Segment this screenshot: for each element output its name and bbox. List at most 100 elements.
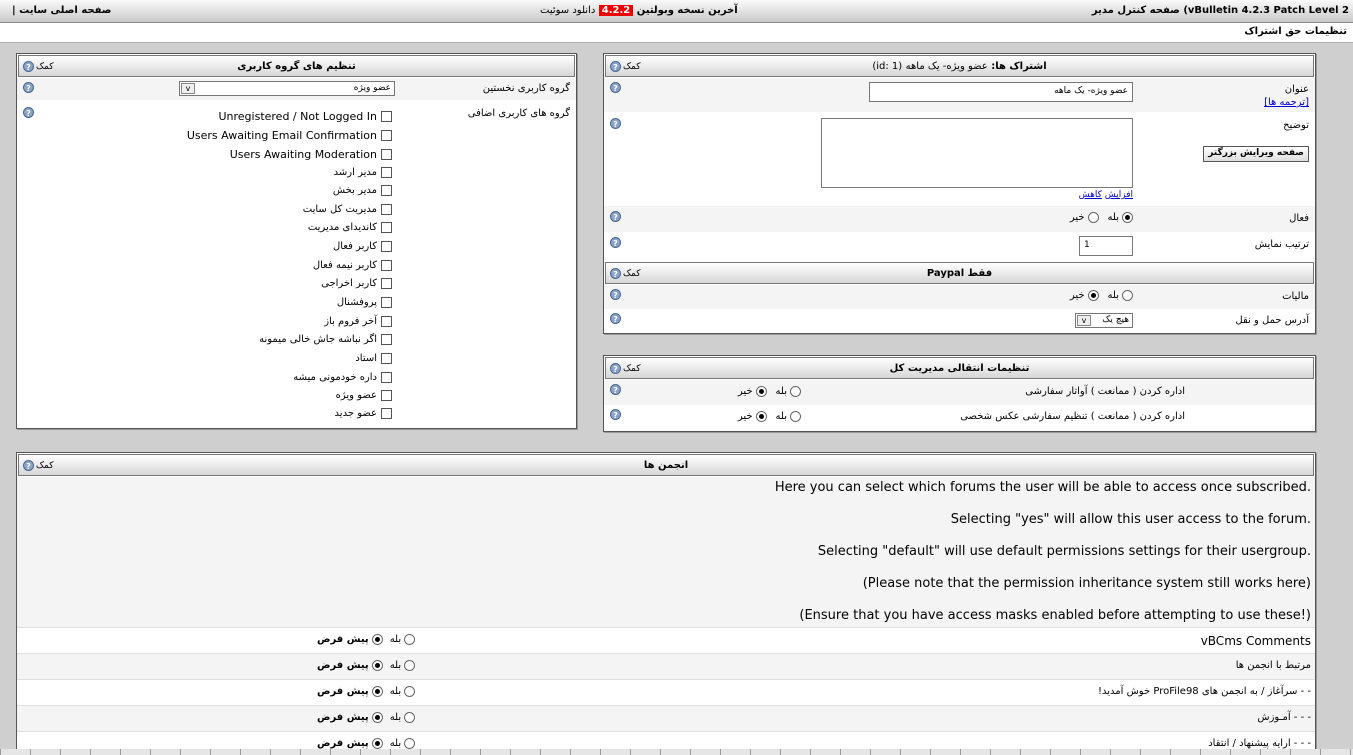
avatar-yes-radio[interactable] <box>790 386 801 397</box>
group-checkbox[interactable]: اگر نباشه جاش خالی میمونه <box>259 334 392 345</box>
help-icon[interactable]: ? <box>610 237 621 248</box>
help-icon[interactable]: ? <box>610 384 621 395</box>
forum-default-radio[interactable] <box>371 738 383 749</box>
forum-yes-radio[interactable] <box>404 712 416 723</box>
paypal-title: فقط Paypal <box>926 268 993 279</box>
tax-no-radio[interactable] <box>1087 290 1099 301</box>
group-checkbox[interactable]: پروفشنال <box>337 297 392 308</box>
forum-row: vBCms Comments بله پیش فرض <box>17 627 1315 653</box>
help-icon[interactable]: ? <box>610 289 621 300</box>
avatar-override-row: اداره کردن ( ممانعت ) آواتار سفارشی ? بل… <box>604 380 1315 405</box>
forums-panel: انجمن ها ? کمک Here you can select which … <box>16 452 1316 752</box>
group-checkbox[interactable]: استاد <box>355 353 392 364</box>
forums-header: انجمن ها ? کمک <box>18 454 1314 476</box>
help-icon: ? <box>23 61 34 72</box>
description-textarea[interactable] <box>821 118 1133 188</box>
help-icon[interactable]: ? <box>610 211 621 222</box>
active-no-radio[interactable] <box>1087 212 1099 223</box>
shipping-select[interactable]: هیچ یک v <box>1075 313 1133 328</box>
download-link[interactable]: دانلود سوئیت <box>540 5 595 16</box>
description-row: توضیح ? صفحه ویرایش بزرگتر افزایش کاهش <box>604 112 1315 206</box>
admin-override-header: تنظیمات انتقالی مدیریت کل ? کمک <box>605 357 1314 379</box>
group-checkbox[interactable]: کاربر اخراجی <box>321 278 392 289</box>
help-button[interactable]: ? کمک <box>610 61 641 72</box>
latest-version: آخرین نسخه وبولتین 4.2.2 دانلود سوئیت <box>540 5 738 16</box>
help-button[interactable]: ? کمک <box>23 61 54 72</box>
usergroup-panel: تنظیم های گروه کاربری ? کمک گروه کاربری ن… <box>16 53 577 429</box>
latest-version-label: آخرین نسخه وبولتین <box>636 5 738 16</box>
admin-override-panel: تنظیمات انتقالی مدیریت کل ? کمک اداره کرد… <box>603 355 1316 432</box>
help-button[interactable]: ? کمک <box>23 460 54 471</box>
top-bar: vBulletin 4.2.3 Patch Level 2) صفحه کنتر… <box>0 0 1353 23</box>
active-yes-radio[interactable] <box>1122 212 1133 223</box>
tax-label: مالیات <box>1282 291 1309 302</box>
help-icon: ? <box>610 363 621 374</box>
tax-yes-radio[interactable] <box>1122 290 1133 301</box>
additional-groups-row: گروه های کاربری اضافی ? Unregistered / N… <box>17 102 576 428</box>
primary-group-row: گروه کاربری نخستین ? عضو ویژه v <box>17 78 576 100</box>
group-checkbox[interactable]: عضو ویژه <box>336 390 392 401</box>
paypal-header: فقط Paypal ? کمک <box>605 262 1314 284</box>
forum-yes-radio[interactable] <box>404 634 416 645</box>
forum-yes-radio[interactable] <box>404 660 416 671</box>
group-checkbox[interactable]: آخر فروم باز <box>324 316 392 327</box>
help-icon[interactable]: ? <box>23 107 34 118</box>
group-checkbox[interactable]: کاربر فعال <box>333 241 392 252</box>
group-checkbox[interactable]: کاربر نیمه فعال <box>313 260 392 271</box>
site-home-link[interactable]: صفحه اصلی سایت | <box>12 5 111 16</box>
forum-name: vBCms Comments <box>1200 634 1311 648</box>
help-icon[interactable]: ? <box>610 313 621 324</box>
translations-link[interactable]: [ترجمه ها] <box>1264 97 1309 108</box>
additional-groups-label: گروه های کاربری اضافی <box>467 108 570 119</box>
version-badge: 4.2.2 <box>598 5 634 16</box>
profilepic-yes-radio[interactable] <box>790 411 801 422</box>
forum-default-radio[interactable] <box>371 634 383 645</box>
shipping-row: آدرس حمل و نقل ? هیچ یک v <box>604 309 1315 333</box>
forums-desc-line: Selecting "yes" will allow this user acc… <box>950 512 1311 527</box>
forum-name: - - - آمـوزش <box>1257 712 1311 723</box>
group-checkbox[interactable]: مدیر بخش <box>333 185 392 196</box>
avatar-no-radio[interactable] <box>755 386 767 397</box>
active-label: فعال <box>1289 213 1309 224</box>
forum-name: - - سرآغاز / به انجمن های ProFile98 خوش … <box>1098 686 1311 697</box>
tax-row: مالیات ? بله خیر <box>604 285 1315 309</box>
forum-name: - - - ارایه پیشنهاد / انتقاد <box>1208 738 1311 749</box>
help-icon[interactable]: ? <box>610 82 621 93</box>
profilepic-no-radio[interactable] <box>755 411 767 422</box>
group-checkbox[interactable]: کاندیدای مدیریت <box>308 222 392 233</box>
title-input[interactable]: عضو ویژه- یک ماهه <box>869 82 1133 102</box>
forum-default-radio[interactable] <box>371 712 383 723</box>
primary-group-select[interactable]: عضو ویژه v <box>179 81 395 96</box>
page: vBulletin 4.2.3 Patch Level 2) صفحه کنتر… <box>0 0 1353 755</box>
help-button[interactable]: ? کمک <box>610 363 641 374</box>
increase-link[interactable]: افزایش <box>1105 190 1133 200</box>
group-checkbox[interactable]: Unregistered / Not Logged In <box>218 110 392 123</box>
chevron-down-icon: v <box>181 83 195 94</box>
help-icon[interactable]: ? <box>23 82 34 93</box>
bottom-toolbar-strip <box>0 749 1353 755</box>
group-checkbox[interactable]: عضو جدید <box>335 408 392 419</box>
description-label: توضیح <box>1283 120 1309 131</box>
order-row: ترتیب نمایش ? 1 <box>604 232 1315 260</box>
group-checkbox[interactable]: مدیریت کل سایت <box>303 204 392 215</box>
avatar-override-label: اداره کردن ( ممانعت ) آواتار سفارشی <box>1025 386 1185 397</box>
decrease-link[interactable]: کاهش <box>1079 190 1102 200</box>
help-icon[interactable]: ? <box>610 118 621 129</box>
subscription-header-title: اشتراک ها: <box>991 61 1047 72</box>
forums-desc-line: (Ensure that you have access masks enabl… <box>799 608 1311 623</box>
group-checkbox[interactable]: Users Awaiting Moderation <box>230 148 392 161</box>
group-checkbox[interactable]: Users Awaiting Email Confirmation <box>187 129 392 142</box>
forum-default-radio[interactable] <box>371 660 383 671</box>
subscription-header-id: (id: 1) <box>872 61 903 72</box>
group-checkbox[interactable]: داره خودمونی میشه <box>293 372 392 383</box>
help-icon: ? <box>23 460 34 471</box>
forum-yes-radio[interactable] <box>404 738 416 749</box>
larger-editor-button[interactable]: صفحه ویرایش بزرگتر <box>1203 146 1309 162</box>
help-button[interactable]: ? کمک <box>610 268 641 279</box>
forum-default-radio[interactable] <box>371 686 383 697</box>
group-checkbox[interactable]: مدیر ارشد <box>334 167 392 178</box>
forum-yes-radio[interactable] <box>404 686 416 697</box>
page-title-bar: تنظیمات حق اشتراک <box>0 23 1353 43</box>
help-icon[interactable]: ? <box>610 409 621 420</box>
order-input[interactable]: 1 <box>1079 236 1133 256</box>
